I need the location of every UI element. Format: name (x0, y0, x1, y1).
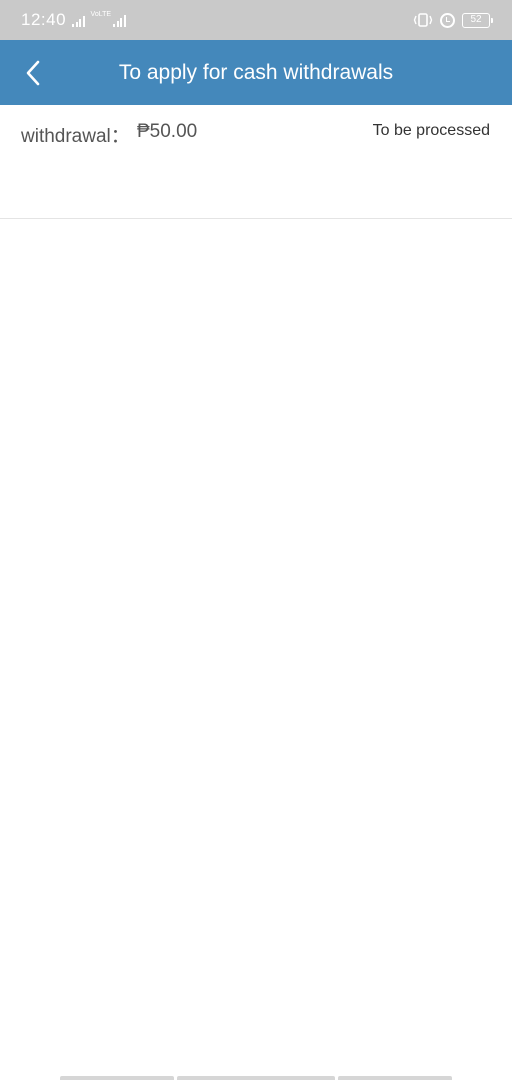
nav-bar-segment-middle (177, 1076, 335, 1080)
nav-bar-segment-left (60, 1076, 174, 1080)
battery-icon: 52 (462, 12, 493, 28)
app-header: To apply for cash withdrawals (0, 40, 512, 105)
nav-bar-segment-right (338, 1076, 452, 1080)
signal-2-icon (113, 13, 126, 27)
app-screen: 12:40 VoLTE 52 To apply for cash withdra… (0, 0, 512, 1080)
status-icons: 52 (413, 12, 493, 28)
back-button[interactable] (14, 54, 52, 92)
signal-icon (72, 13, 85, 27)
withdrawal-label: withdrawal： (21, 126, 130, 147)
withdrawal-status: To be processed (372, 122, 490, 139)
vibrate-icon (413, 13, 433, 27)
volte-label: VoLTE (90, 10, 112, 18)
withdrawal-amount: ₱50.00 (137, 121, 198, 142)
status-bar: 12:40 VoLTE 52 (0, 0, 512, 40)
page-title: To apply for cash withdrawals (118, 61, 394, 84)
battery-level: 52 (470, 13, 482, 25)
withdrawal-record[interactable]: withdrawal： ₱50.00 To be processed (0, 105, 512, 219)
status-time: 12:40 (21, 10, 67, 29)
alarm-icon (440, 12, 455, 28)
chevron-left-icon (26, 60, 40, 86)
